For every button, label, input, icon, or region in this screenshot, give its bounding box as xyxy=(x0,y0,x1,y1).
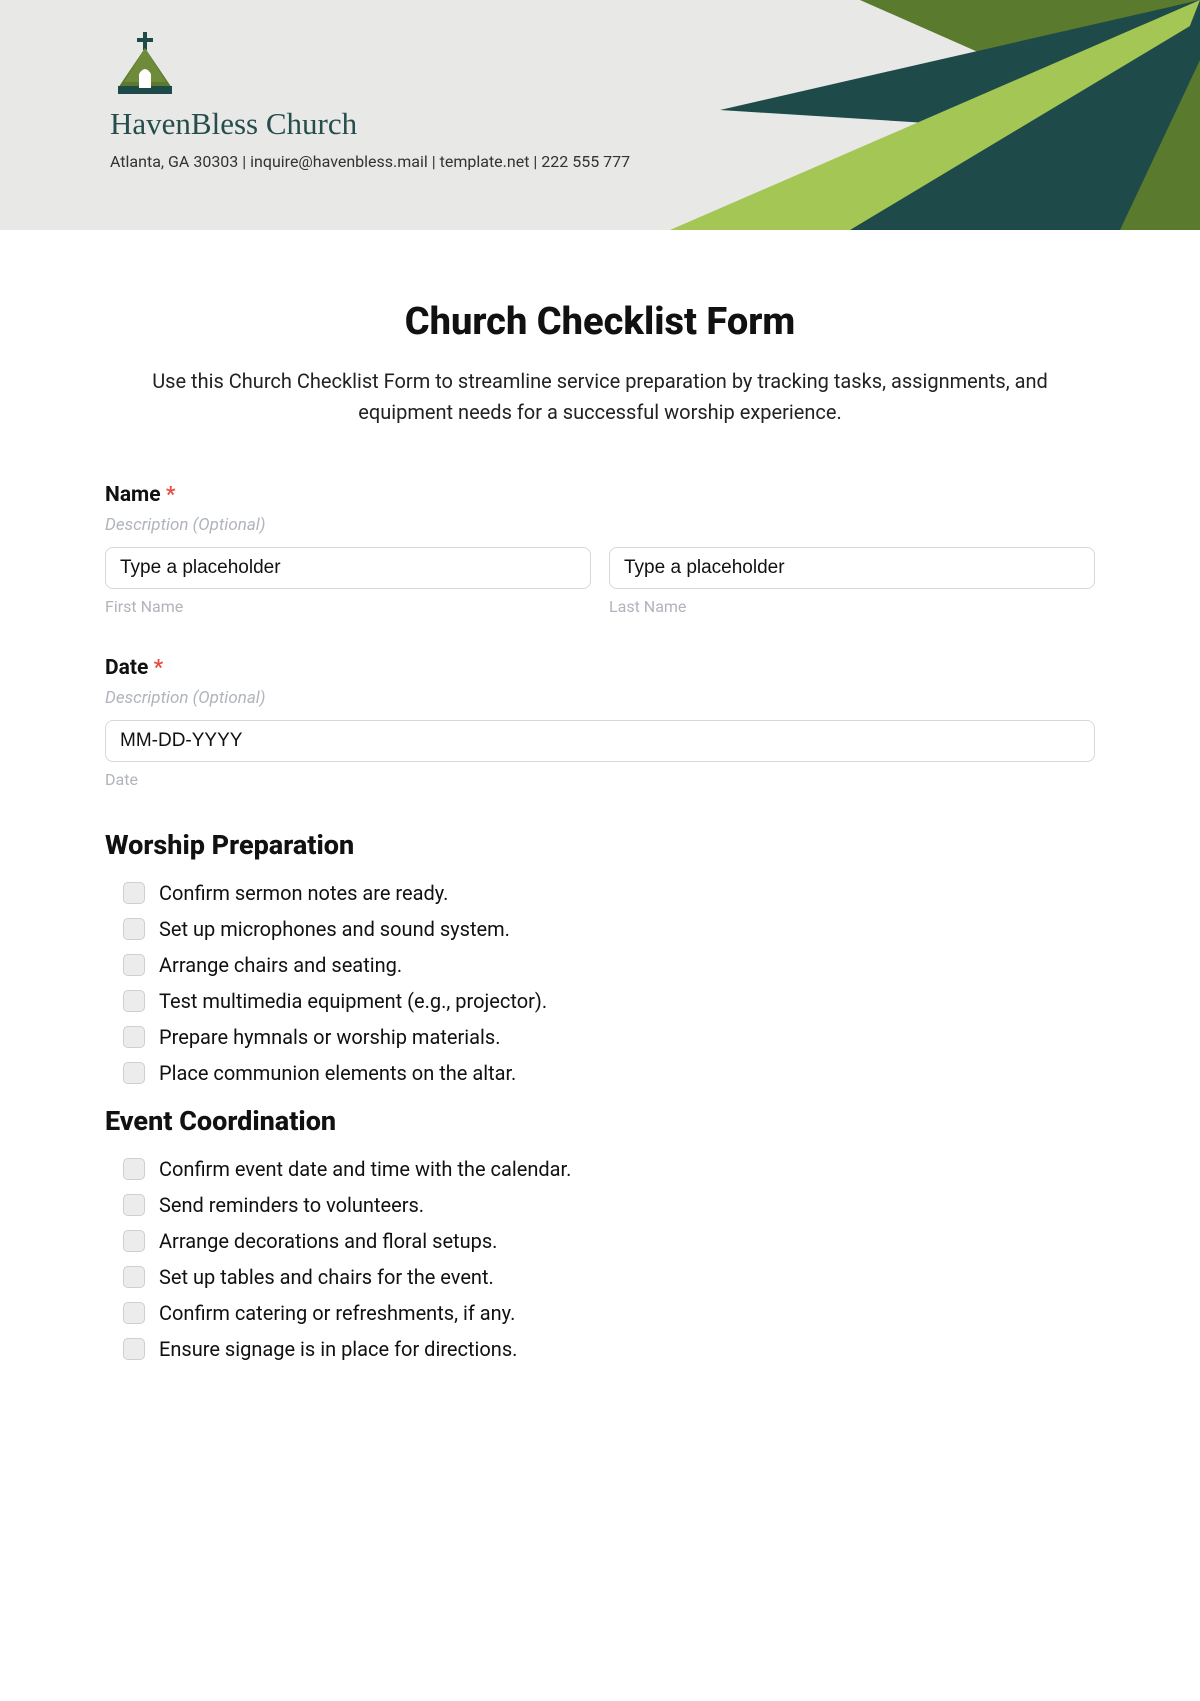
checklist-item: Send reminders to volunteers. xyxy=(123,1193,1095,1217)
checklist-item-label: Arrange chairs and seating. xyxy=(159,953,402,977)
required-asterisk: * xyxy=(154,656,164,680)
org-contact-line: Atlanta, GA 30303 | inquire@havenbless.m… xyxy=(110,152,1150,171)
date-input[interactable] xyxy=(105,720,1095,762)
date-label-text: Date xyxy=(105,656,148,680)
checkbox[interactable] xyxy=(123,1230,145,1252)
checklist-item-label: Confirm sermon notes are ready. xyxy=(159,881,448,905)
form-content: Church Checklist Form Use this Church Ch… xyxy=(0,230,1200,1413)
checklist-item: Prepare hymnals or worship materials. xyxy=(123,1025,1095,1049)
name-field-group: Name * Description (Optional) First Name… xyxy=(105,483,1095,616)
checkbox[interactable] xyxy=(123,1194,145,1216)
church-logo-icon xyxy=(110,30,180,100)
page-header: HavenBless Church Atlanta, GA 30303 | in… xyxy=(0,0,1200,230)
checklist-item-label: Place communion elements on the altar. xyxy=(159,1061,516,1085)
checkbox[interactable] xyxy=(123,990,145,1012)
checkbox[interactable] xyxy=(123,954,145,976)
date-sublabel: Date xyxy=(105,770,1095,789)
checklist-item: Set up tables and chairs for the event. xyxy=(123,1265,1095,1289)
checklist-item: Place communion elements on the altar. xyxy=(123,1061,1095,1085)
checkbox[interactable] xyxy=(123,1266,145,1288)
checkbox[interactable] xyxy=(123,918,145,940)
checklist-item-label: Send reminders to volunteers. xyxy=(159,1193,424,1217)
checkbox[interactable] xyxy=(123,1158,145,1180)
first-name-input[interactable] xyxy=(105,547,591,589)
last-name-sublabel: Last Name xyxy=(609,597,1095,616)
checkbox[interactable] xyxy=(123,1062,145,1084)
checklist-item: Arrange chairs and seating. xyxy=(123,953,1095,977)
checklist-item: Confirm catering or refreshments, if any… xyxy=(123,1301,1095,1325)
checklist-item-label: Set up tables and chairs for the event. xyxy=(159,1265,494,1289)
form-title: Church Checklist Form xyxy=(105,300,1095,344)
date-field-group: Date * Description (Optional) Date xyxy=(105,656,1095,789)
checklist: Confirm sermon notes are ready. Set up mi… xyxy=(105,881,1095,1085)
checklist-item: Confirm event date and time with the cal… xyxy=(123,1157,1095,1181)
required-asterisk: * xyxy=(166,483,176,507)
first-name-sublabel: First Name xyxy=(105,597,591,616)
checkbox[interactable] xyxy=(123,882,145,904)
checklist-item-label: Confirm event date and time with the cal… xyxy=(159,1157,571,1181)
checklist-item-label: Set up microphones and sound system. xyxy=(159,917,510,941)
checklist-item: Test multimedia equipment (e.g., project… xyxy=(123,989,1095,1013)
date-hint: Description (Optional) xyxy=(105,688,1095,708)
date-label: Date * xyxy=(105,656,1095,680)
checklist-item: Arrange decorations and floral setups. xyxy=(123,1229,1095,1253)
name-label: Name * xyxy=(105,483,1095,507)
name-hint: Description (Optional) xyxy=(105,515,1095,535)
checklist-item-label: Arrange decorations and floral setups. xyxy=(159,1229,497,1253)
form-description: Use this Church Checklist Form to stream… xyxy=(105,366,1095,428)
checklist-item: Confirm sermon notes are ready. xyxy=(123,881,1095,905)
checklist-item-label: Ensure signage is in place for direction… xyxy=(159,1337,517,1361)
checkbox[interactable] xyxy=(123,1026,145,1048)
name-label-text: Name xyxy=(105,483,161,507)
last-name-input[interactable] xyxy=(609,547,1095,589)
checklist-item: Set up microphones and sound system. xyxy=(123,917,1095,941)
checkbox[interactable] xyxy=(123,1338,145,1360)
section-heading: Event Coordination xyxy=(105,1105,1095,1137)
checkbox[interactable] xyxy=(123,1302,145,1324)
org-name: HavenBless Church xyxy=(110,106,1150,142)
checklist-item-label: Confirm catering or refreshments, if any… xyxy=(159,1301,515,1325)
section-heading: Worship Preparation xyxy=(105,829,1095,861)
checklist-item-label: Test multimedia equipment (e.g., project… xyxy=(159,989,547,1013)
checklist-item: Ensure signage is in place for direction… xyxy=(123,1337,1095,1361)
checklist-item-label: Prepare hymnals or worship materials. xyxy=(159,1025,500,1049)
checklist: Confirm event date and time with the cal… xyxy=(105,1157,1095,1361)
